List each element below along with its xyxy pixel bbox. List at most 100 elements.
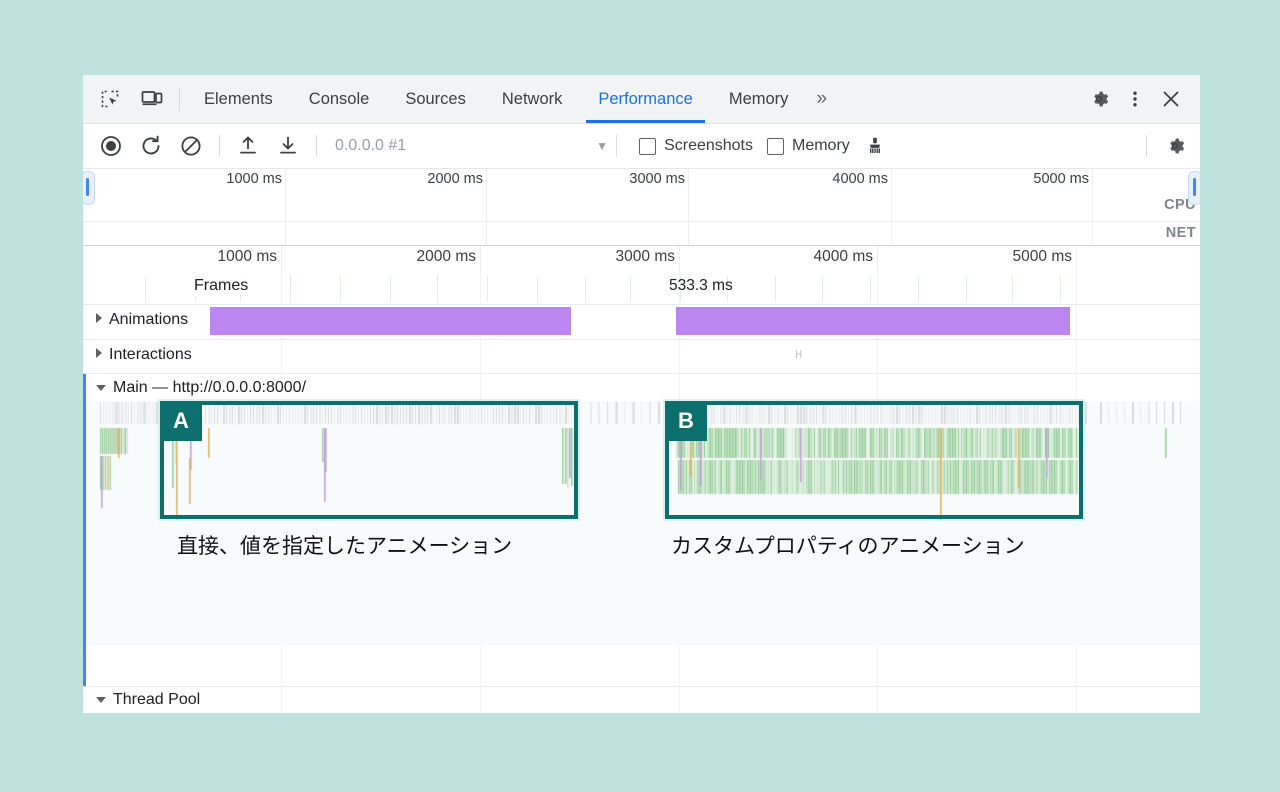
overview-window-handle-right[interactable] (1188, 171, 1200, 205)
memory-checkbox[interactable] (767, 138, 784, 155)
timeline-tick-2: 3000 ms (679, 246, 680, 272)
reload-and-record-button[interactable] (134, 129, 168, 163)
timeline-flamechart[interactable]: 1000 ms 2000 ms 3000 ms 4000 ms 5000 ms Fram… (83, 246, 1200, 713)
frame-boundary-13 (775, 276, 776, 302)
timeline-tick-1: 2000 ms (480, 246, 481, 272)
expand-interactions-icon[interactable] (96, 348, 102, 358)
tab-elements[interactable]: Elements (186, 75, 291, 123)
track-interactions-text: Interactions (109, 346, 192, 363)
flamechart-ruler: 1000 ms 2000 ms 3000 ms 4000 ms 5000 ms (83, 246, 1200, 272)
overview-tick-label: 5000 ms (1033, 171, 1089, 187)
collapse-thread-pool-icon[interactable] (96, 697, 106, 703)
annotation-box-b: B (665, 401, 1083, 519)
tab-performance[interactable]: Performance (580, 75, 710, 123)
inspect-element-icon[interactable] (93, 82, 127, 116)
track-thread-pool[interactable]: Thread Pool (83, 687, 1200, 713)
frame-boundary-9 (585, 276, 586, 302)
save-profile-button[interactable] (271, 129, 305, 163)
toolbar-divider-4 (1146, 135, 1147, 157)
frame-boundary-5 (390, 276, 391, 302)
overview-tick-label: 1000 ms (226, 171, 282, 187)
frame-duration-label: 533.3 ms (669, 277, 733, 295)
annotation-caption-a: 直接、値を指定したアニメーション (177, 530, 512, 560)
frame-boundary-17 (966, 276, 967, 302)
track-animations[interactable]: Animations (83, 305, 1200, 339)
track-main[interactable]: Main — http://0.0.0.0:8000/ A B 直接、値を指定し… (83, 374, 1200, 713)
overview-tick-3: 4000 ms (891, 169, 892, 245)
track-frames[interactable]: Frames 533.3 ms (83, 272, 1200, 304)
timeline-tick-label: 1000 ms (218, 248, 277, 266)
devtools-window: Elements Console Sources Network Perform… (83, 75, 1200, 713)
timeline-overview[interactable]: 1000 ms2000 ms3000 ms4000 ms5000 ms CPU … (83, 169, 1200, 246)
frame-boundary-4 (340, 276, 341, 302)
annotation-caption-b: カスタムプロパティのアニメーション (671, 530, 1025, 560)
device-toolbar-icon[interactable] (135, 82, 169, 116)
frame-boundary-3 (290, 276, 291, 302)
tab-memory[interactable]: Memory (711, 75, 807, 123)
recording-dropdown-caret-icon[interactable]: ▼ (596, 139, 608, 153)
animation-bar-1[interactable] (676, 307, 1070, 335)
tab-elements-label: Elements (204, 90, 273, 109)
annotation-tag-b: B (665, 401, 707, 441)
track-interactions-label[interactable]: Interactions (93, 346, 195, 364)
timeline-tick-label: 4000 ms (814, 248, 873, 266)
frame-boundary-19 (1060, 276, 1061, 302)
overview-tick-label: 4000 ms (832, 171, 888, 187)
more-options-icon[interactable] (1118, 82, 1152, 116)
tab-sources[interactable]: Sources (387, 75, 484, 123)
performance-toolbar: 0.0.0.0 #1 ▼ Screenshots Memory (83, 124, 1200, 169)
close-devtools-icon[interactable] (1154, 82, 1188, 116)
frame-boundary-8 (537, 276, 538, 302)
settings-gear-icon[interactable] (1082, 82, 1116, 116)
toolbar-divider-1 (219, 135, 220, 157)
clear-recording-button[interactable] (174, 129, 208, 163)
toolbar-divider-2 (316, 135, 317, 157)
capture-settings-gear-icon[interactable] (1158, 129, 1192, 163)
overview-net-label: NET (1166, 225, 1196, 241)
memory-label: Memory (792, 137, 850, 155)
record-button[interactable] (94, 129, 128, 163)
screenshots-label: Screenshots (664, 137, 753, 155)
collect-garbage-icon[interactable] (858, 129, 892, 163)
track-frames-label: Frames (191, 277, 251, 295)
frame-boundary-15 (870, 276, 871, 302)
frame-boundary-10 (630, 276, 631, 302)
tab-performance-label: Performance (598, 90, 692, 109)
track-interactions[interactable]: Interactions H (83, 340, 1200, 373)
track-animations-text: Animations (109, 311, 188, 328)
overview-tick-label: 3000 ms (629, 171, 685, 187)
overview-tick-0: 1000 ms (285, 169, 286, 245)
load-profile-button[interactable] (231, 129, 265, 163)
expand-animations-icon[interactable] (96, 313, 102, 323)
interaction-marker[interactable]: H (795, 348, 802, 362)
frame-boundary-14 (822, 276, 823, 302)
more-tabs-label: » (816, 88, 827, 110)
collapse-main-icon[interactable] (96, 385, 106, 391)
animation-bar-0[interactable] (210, 307, 571, 335)
track-animations-label[interactable]: Animations (93, 311, 191, 329)
more-tabs-icon[interactable]: » (806, 75, 837, 123)
frame-boundary-16 (918, 276, 919, 302)
timeline-tick-label: 2000 ms (417, 248, 476, 266)
overview-window-handle-left[interactable] (83, 171, 95, 205)
screenshots-checkbox-group[interactable]: Screenshots (639, 137, 753, 155)
frame-boundary-7 (487, 276, 488, 302)
memory-checkbox-group[interactable]: Memory (767, 137, 850, 155)
recording-selector-label[interactable]: 0.0.0.0 #1 (335, 137, 406, 155)
tab-network[interactable]: Network (484, 75, 581, 123)
frame-boundary-18 (1012, 276, 1013, 302)
tab-sources-label: Sources (405, 90, 466, 109)
overview-tick-label: 2000 ms (427, 171, 483, 187)
tab-memory-label: Memory (729, 90, 789, 109)
tab-list: Elements Console Sources Network Perform… (186, 75, 837, 123)
timeline-tick-3: 4000 ms (877, 246, 878, 272)
tab-network-label: Network (502, 90, 563, 109)
timeline-tick-4: 5000 ms (1076, 246, 1077, 272)
tab-console[interactable]: Console (291, 75, 388, 123)
timeline-tick-0: 1000 ms (281, 246, 282, 272)
track-main-label[interactable]: Main — http://0.0.0.0:8000/ (93, 379, 309, 397)
tabbar-right-icons (1065, 75, 1200, 123)
track-thread-pool-label[interactable]: Thread Pool (93, 691, 203, 709)
screenshots-checkbox[interactable] (639, 138, 656, 155)
track-thread-pool-text: Thread Pool (113, 691, 200, 708)
